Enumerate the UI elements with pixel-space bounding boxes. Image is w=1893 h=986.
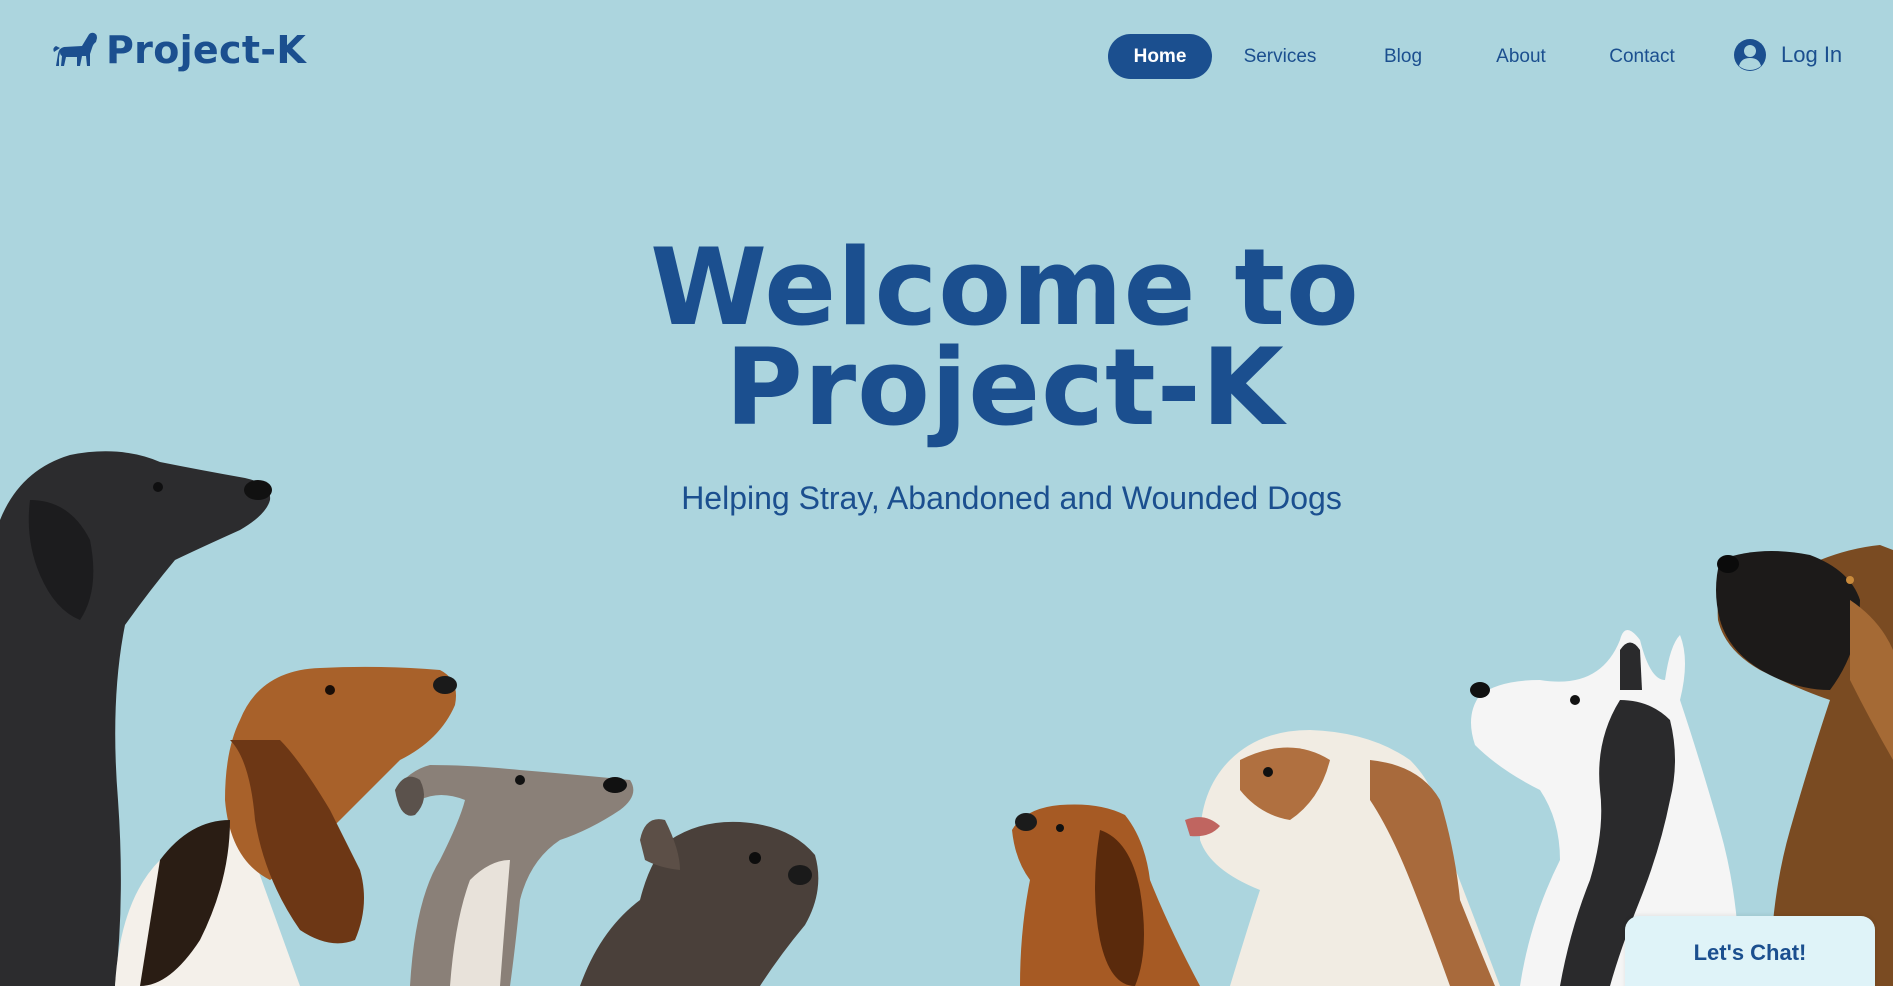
hero-subtitle: Helping Stray, Abandoned and Wounded Dog…: [681, 480, 1342, 516]
login-button[interactable]: Log In: [1733, 38, 1842, 72]
nav-contact[interactable]: Contact: [1587, 34, 1697, 79]
nav-home[interactable]: Home: [1108, 34, 1212, 79]
great-dane-dog: [0, 451, 272, 986]
user-avatar-icon: [1734, 39, 1766, 71]
lets-chat-button[interactable]: Let's Chat!: [1625, 916, 1875, 986]
dog-silhouette-icon: [53, 32, 97, 66]
nav-blog[interactable]: Blog: [1358, 34, 1448, 79]
nav-about[interactable]: About: [1471, 34, 1571, 79]
basset-hound-dog: [115, 666, 457, 986]
brand-name: Project-K: [106, 28, 307, 72]
french-bulldog-dog: [580, 819, 819, 986]
whippet-dog: [395, 765, 634, 986]
hero-title: Welcome to Project-K: [0, 235, 1893, 441]
hero-title-line2: Project-K: [725, 326, 1285, 449]
nav-services[interactable]: Services: [1222, 34, 1338, 79]
site-header: Project-K Home Services Blog About Conta…: [0, 0, 1893, 110]
english-bulldog-dog: [1185, 730, 1500, 986]
site-logo[interactable]: Project-K: [52, 28, 306, 72]
login-label: Log In: [1781, 42, 1843, 67]
dachshund-dog: [1012, 804, 1200, 986]
